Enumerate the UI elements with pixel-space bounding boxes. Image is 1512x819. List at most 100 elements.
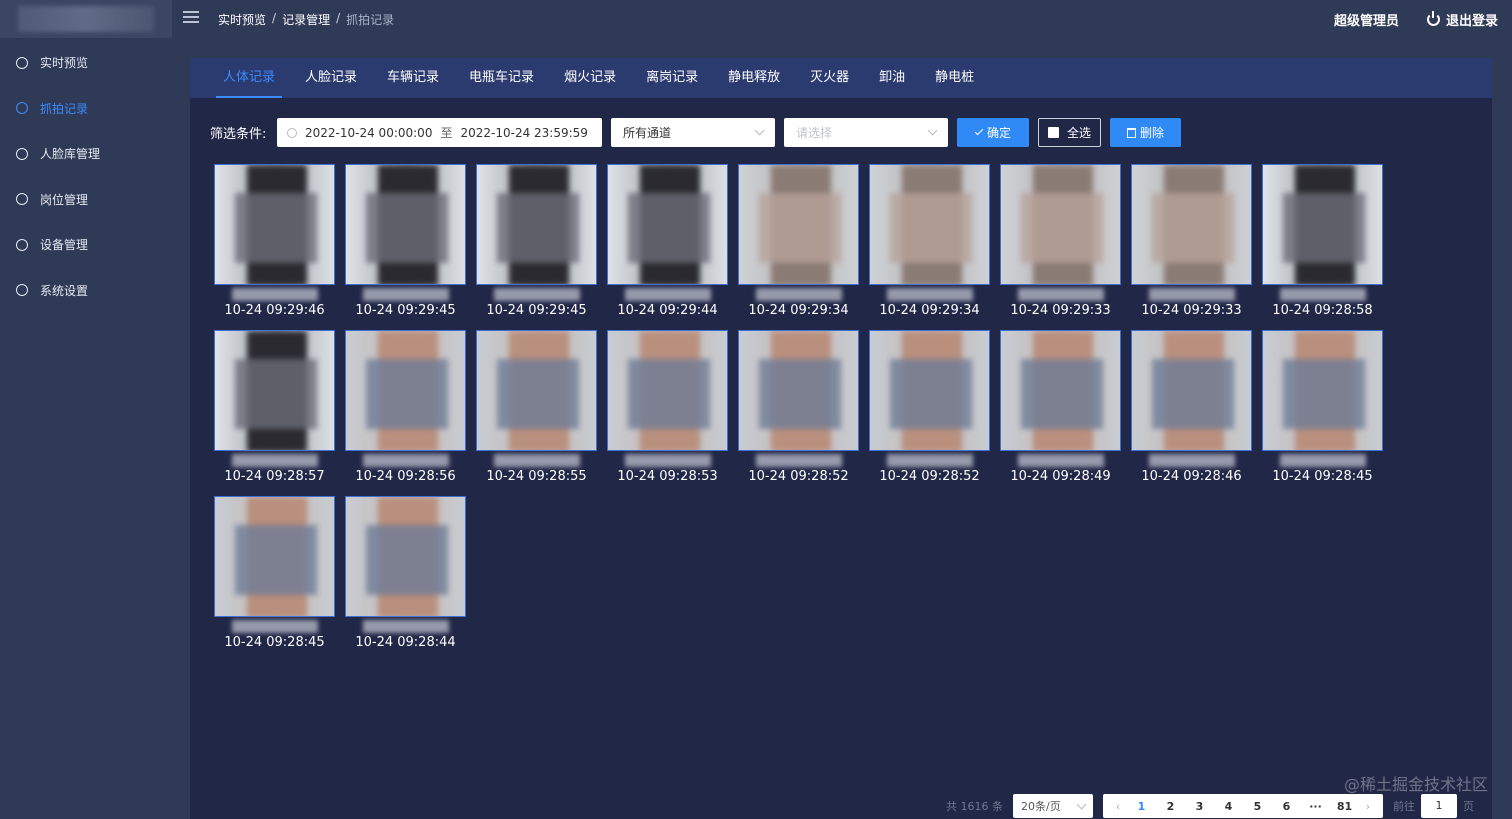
device-icon <box>16 238 28 251</box>
record-card[interactable]: 10-24 09:29:44 <box>607 164 728 322</box>
record-card[interactable]: 10-24 09:28:56 <box>345 330 466 488</box>
sidebar-item-2[interactable]: 人脸库管理 <box>0 131 172 177</box>
trash-icon <box>1126 127 1136 138</box>
page-number[interactable]: 81 <box>1330 800 1359 813</box>
page-number[interactable]: ··· <box>1301 800 1330 813</box>
snapshot-thumbnail[interactable] <box>476 164 597 285</box>
record-card[interactable]: 10-24 09:28:52 <box>869 330 990 488</box>
snapshot-thumbnail[interactable] <box>1262 330 1383 451</box>
snapshot-thumbnail[interactable] <box>476 330 597 451</box>
prev-page-icon[interactable]: ‹ <box>1109 800 1127 813</box>
snapshot-thumbnail[interactable] <box>1000 164 1121 285</box>
snapshot-thumbnail[interactable] <box>214 496 335 617</box>
select-all-checkbox[interactable]: 全选 <box>1038 118 1101 147</box>
camera-icon <box>16 102 28 115</box>
logout-button[interactable]: 退出登录 <box>1426 10 1498 29</box>
date-range-picker[interactable]: 2022-10-24 00:00:00 至 2022-10-24 23:59:5… <box>277 118 602 147</box>
record-card[interactable]: 10-24 09:28:45 <box>1262 330 1383 488</box>
goto-page: 前往 1 页 <box>1393 794 1474 818</box>
obscured-caption <box>625 454 711 467</box>
snapshot-thumbnail[interactable] <box>214 164 335 285</box>
sidebar-item-4[interactable]: 设备管理 <box>0 222 172 268</box>
tab-6[interactable]: 静电释放 <box>713 58 795 98</box>
record-card[interactable]: 10-24 09:29:33 <box>1131 164 1252 322</box>
snapshot-thumbnail[interactable] <box>1262 164 1383 285</box>
tab-0[interactable]: 人体记录 <box>208 58 290 98</box>
page-size-select[interactable]: 20条/页 <box>1013 794 1093 818</box>
snapshot-thumbnail[interactable] <box>345 330 466 451</box>
snapshot-thumbnail[interactable] <box>1000 330 1121 451</box>
snapshot-time: 10-24 09:29:34 <box>748 303 849 318</box>
delete-button[interactable]: 删除 <box>1110 118 1181 147</box>
snapshot-thumbnail[interactable] <box>869 164 990 285</box>
user-name[interactable]: 超级管理员 <box>1334 10 1399 29</box>
page-number[interactable]: 5 <box>1243 800 1272 813</box>
tab-1[interactable]: 人脸记录 <box>290 58 372 98</box>
record-card[interactable]: 10-24 09:29:34 <box>869 164 990 322</box>
record-card[interactable]: 10-24 09:28:44 <box>345 496 466 654</box>
record-card[interactable]: 10-24 09:28:46 <box>1131 330 1252 488</box>
snapshot-thumbnail[interactable] <box>738 330 859 451</box>
snapshot-thumbnail[interactable] <box>345 496 466 617</box>
user-icon <box>16 193 28 206</box>
start-date[interactable]: 2022-10-24 00:00:00 <box>305 126 432 140</box>
record-card[interactable]: 10-24 09:29:45 <box>476 164 597 322</box>
snapshot-thumbnail[interactable] <box>607 164 728 285</box>
record-card[interactable]: 10-24 09:28:53 <box>607 330 728 488</box>
tab-7[interactable]: 灭火器 <box>795 58 864 98</box>
sidebar-item-1[interactable]: 抓拍记录 <box>0 86 172 132</box>
tab-4[interactable]: 烟火记录 <box>549 58 631 98</box>
record-card[interactable]: 10-24 09:28:58 <box>1262 164 1383 322</box>
page-number[interactable]: 6 <box>1272 800 1301 813</box>
next-page-icon[interactable]: › <box>1359 800 1377 813</box>
tab-3[interactable]: 电瓶车记录 <box>454 58 549 98</box>
snapshot-time: 10-24 09:28:49 <box>1010 469 1111 484</box>
record-card[interactable]: 10-24 09:28:55 <box>476 330 597 488</box>
breadcrumb-current: 抓拍记录 <box>346 13 395 27</box>
record-card[interactable]: 10-24 09:29:46 <box>214 164 335 322</box>
settings-icon <box>16 284 28 297</box>
sidebar-item-5[interactable]: 系统设置 <box>0 268 172 314</box>
main-panel: 人体记录 人脸记录 车辆记录 电瓶车记录 烟火记录 离岗记录 静电释放 灭火器 卸油 静电桩 筛选… <box>190 58 1492 819</box>
obscured-caption <box>1149 454 1235 467</box>
record-card[interactable]: 10-24 09:29:45 <box>345 164 466 322</box>
obscured-caption <box>887 454 973 467</box>
tab-2[interactable]: 车辆记录 <box>372 58 454 98</box>
channel-select[interactable]: 所有通道 <box>611 118 775 147</box>
page-number[interactable]: 2 <box>1156 800 1185 813</box>
sidebar-item-3[interactable]: 岗位管理 <box>0 177 172 223</box>
total-count: 共 1616 条 <box>946 800 1003 813</box>
record-card[interactable]: 10-24 09:28:49 <box>1000 330 1121 488</box>
record-card[interactable]: 10-24 09:28:52 <box>738 330 859 488</box>
snapshot-time: 10-24 09:28:55 <box>486 469 587 484</box>
sidebar-item-0[interactable]: 实时预览 <box>0 40 172 86</box>
tab-9[interactable]: 静电桩 <box>920 58 989 98</box>
snapshot-thumbnail[interactable] <box>214 330 335 451</box>
snapshot-thumbnail[interactable] <box>1131 330 1252 451</box>
end-date[interactable]: 2022-10-24 23:59:59 <box>460 126 587 140</box>
page-number[interactable]: 1 <box>1127 800 1156 813</box>
tab-8[interactable]: 卸油 <box>864 58 920 98</box>
obscured-caption <box>1280 288 1366 301</box>
snapshot-thumbnail[interactable] <box>738 164 859 285</box>
breadcrumb-item[interactable]: 记录管理 <box>282 11 330 28</box>
secondary-select[interactable]: 请选择 <box>784 118 948 147</box>
menu-toggle-icon[interactable] <box>183 11 199 25</box>
page-number[interactable]: 3 <box>1185 800 1214 813</box>
record-card[interactable]: 10-24 09:29:34 <box>738 164 859 322</box>
page-number[interactable]: 4 <box>1214 800 1243 813</box>
snapshot-time: 10-24 09:28:45 <box>224 635 325 650</box>
record-card[interactable]: 10-24 09:29:33 <box>1000 164 1121 322</box>
goto-input[interactable]: 1 <box>1421 794 1457 818</box>
record-card[interactable]: 10-24 09:28:57 <box>214 330 335 488</box>
snapshot-thumbnail[interactable] <box>1131 164 1252 285</box>
snapshot-time: 10-24 09:29:33 <box>1010 303 1111 318</box>
sidebar-item-label: 岗位管理 <box>40 192 89 207</box>
tab-5[interactable]: 离岗记录 <box>631 58 713 98</box>
snapshot-thumbnail[interactable] <box>607 330 728 451</box>
record-card[interactable]: 10-24 09:28:45 <box>214 496 335 654</box>
snapshot-thumbnail[interactable] <box>869 330 990 451</box>
confirm-button[interactable]: 确定 <box>957 118 1029 147</box>
breadcrumb-item[interactable]: 实时预览 <box>218 11 266 28</box>
snapshot-thumbnail[interactable] <box>345 164 466 285</box>
